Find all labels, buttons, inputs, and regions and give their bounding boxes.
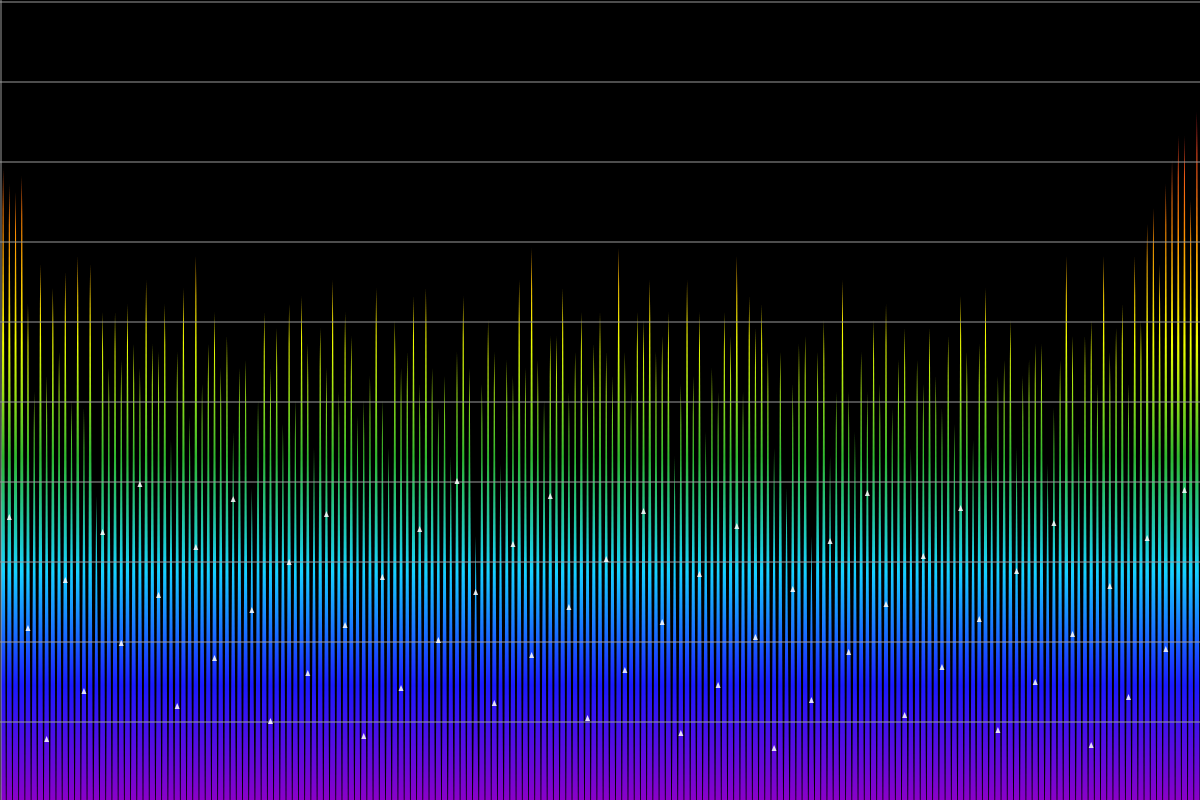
spectrum-chart — [0, 0, 1200, 800]
